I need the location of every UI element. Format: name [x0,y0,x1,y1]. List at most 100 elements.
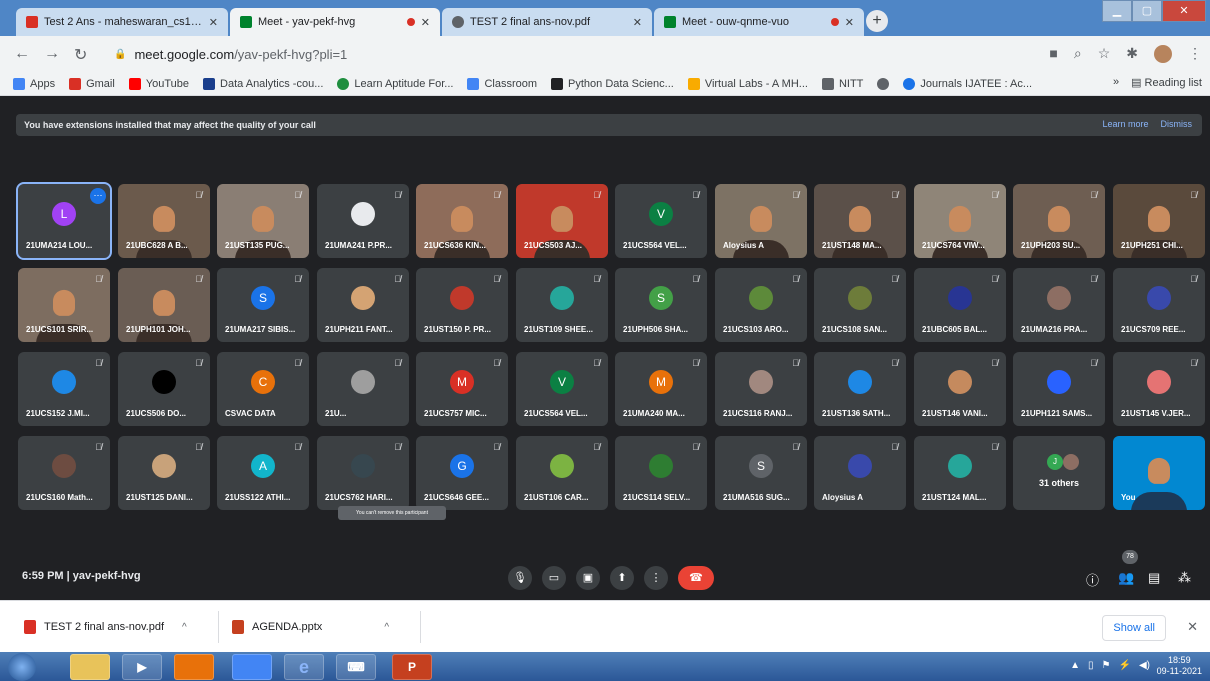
new-tab-button[interactable]: + [866,10,888,32]
participant-tile[interactable]: 🎙̸ 21UPH203 SU... [1013,184,1105,258]
participant-tile[interactable]: 🎙̸ Aloysius A [814,436,906,510]
bookmark-classroom[interactable]: Classroom [462,77,542,90]
chevron-up-icon[interactable]: ▲ [1070,660,1080,671]
bookmark-apps[interactable]: Apps [8,77,60,90]
participant-tile[interactable]: V 🎙̸ 21UCS564 VEL... [516,352,608,426]
participant-tile[interactable]: C 🎙̸ CSVAC DATA [217,352,309,426]
participant-tile[interactable]: 🎙̸ 21UCS636 KIN... [416,184,508,258]
participant-tile[interactable]: 🎙̸ 21UBC605 BAL... [914,268,1006,342]
participant-tile[interactable]: 🎙̸ 21UCS152 J.MI... [18,352,110,426]
volume-icon[interactable]: ◀) [1139,660,1150,671]
chevron-up-icon[interactable]: ^ [384,622,389,633]
menu-icon[interactable]: ⋮ [1188,45,1202,63]
microphone-button[interactable]: 🎙 [508,566,532,590]
participant-tile[interactable]: 🎙̸ 21UBC628 A B... [118,184,210,258]
participant-tile[interactable]: A 🎙̸ 21USS122 ATHI... [217,436,309,510]
star-icon[interactable]: ☆ [1098,45,1111,63]
start-button[interactable] [8,653,36,681]
participant-tile[interactable]: 🎙̸ 21UST145 V.JER... [1113,352,1205,426]
participant-tile[interactable]: G 🎙̸ 21UCS646 GEE... [416,436,508,510]
back-icon[interactable]: ← [14,45,30,63]
network-icon[interactable]: ▯ [1088,660,1094,671]
reload-icon[interactable]: ↻ [74,45,87,65]
chrome-icon[interactable] [232,654,272,680]
bookmark-aptitude[interactable]: Learn Aptitude For... [332,77,458,90]
captions-button[interactable]: ▣ [576,566,600,590]
participant-tile[interactable]: You [1113,436,1205,510]
more-options-icon[interactable]: ⋯ [90,188,106,204]
participant-tile[interactable]: 🎙̸ 21UCS160 Math... [18,436,110,510]
participant-tile[interactable]: 🎙̸ 21UMA216 PRA... [1013,268,1105,342]
participant-tile[interactable]: 🎙̸ 21UCS764 VIW... [914,184,1006,258]
more-bookmarks-icon[interactable]: » [1113,76,1119,89]
bookmark-youtube[interactable]: YouTube [124,77,194,90]
participant-tile[interactable]: J 31 others [1013,436,1105,510]
bookmark-journals[interactable]: Journals IJATEE : Ac... [898,77,1037,90]
participant-tile[interactable]: 🎙̸ 21UCS108 SAN... [814,268,906,342]
download-item[interactable]: AGENDA.pptx ^ [232,615,389,639]
participant-tile[interactable]: 🎙̸ 21UPH101 JOH... [118,268,210,342]
extensions-icon[interactable]: ✱ [1126,45,1138,63]
bookmark-nitt[interactable]: NITT [817,77,868,90]
forward-icon[interactable]: → [44,45,60,63]
camera-icon[interactable]: ■ [1049,45,1057,63]
powerpoint-icon[interactable]: P [392,654,432,680]
maximize-button[interactable]: ▢ [1132,0,1162,22]
participant-tile[interactable]: 🎙̸ 21UMA241 P.PR... [317,184,409,258]
participant-tile[interactable]: V 🎙̸ 21UCS564 VEL... [615,184,707,258]
window-close-button[interactable]: ✕ [1162,0,1206,22]
participant-tile[interactable]: S 🎙̸ 21UPH506 SHA... [615,268,707,342]
bookmark-python[interactable]: Python Data Scienc... [546,77,679,90]
participant-tile[interactable]: 🎙̸ 21UPH121 SAMS... [1013,352,1105,426]
participant-tile[interactable]: 🎙̸ 21UPH211 FANT... [317,268,409,342]
participant-tile[interactable]: 🎙̸ 21UCS762 HARI... [317,436,409,510]
participant-tile[interactable]: 🎙̸ 21UCS506 DO... [118,352,210,426]
participant-tile[interactable]: 🎙̸ 21UST148 MA... [814,184,906,258]
participant-tile[interactable]: 🎙̸ 21UST125 DANI... [118,436,210,510]
bookmark-data-analytics[interactable]: Data Analytics -cou... [198,77,328,90]
close-icon[interactable]: ✕ [845,16,854,29]
tab-gmail[interactable]: Test 2 Ans - maheswaran_cs1@m ✕ [16,8,228,36]
learn-more-link[interactable]: Learn more [1102,119,1148,129]
participant-tile[interactable]: 🎙̸ 21UST106 CAR... [516,436,608,510]
participant-tile[interactable]: 🎙̸ Aloysius A [715,184,807,258]
tab-meet-active[interactable]: Meet - yav-pekf-hvg ✕ [230,8,440,36]
close-icon[interactable]: ✕ [633,16,642,29]
participant-tile[interactable]: M 🎙̸ 21UMA240 MA... [615,352,707,426]
participant-tile[interactable]: 🎙̸ 21UCS503 AJ... [516,184,608,258]
people-icon[interactable]: 👥 [1118,570,1134,586]
participant-tile[interactable]: M 🎙̸ 21UCS757 MIC... [416,352,508,426]
download-item[interactable]: TEST 2 final ans-nov.pdf ^ [24,615,187,639]
firefox-icon[interactable] [174,654,214,680]
chevron-up-icon[interactable]: ^ [182,622,187,633]
dismiss-button[interactable]: Dismiss [1161,119,1193,129]
bookmark-virtual-labs[interactable]: Virtual Labs - A MH... [683,77,813,90]
profile-avatar[interactable] [1154,45,1172,63]
participant-tile[interactable]: 🎙̸ 21UST109 SHEE... [516,268,608,342]
camera-button[interactable]: ▭ [542,566,566,590]
system-clock[interactable]: 18:59 09-11-2021 [1157,655,1202,677]
participant-tile[interactable]: 🎙̸ 21UST146 VANI... [914,352,1006,426]
participant-tile[interactable]: 🎙̸ 21UST136 SATH... [814,352,906,426]
tab-meet-2[interactable]: Meet - ouw-qnme-vuo ✕ [654,8,864,36]
show-all-button[interactable]: Show all [1102,615,1166,641]
keyboard-app-icon[interactable]: ⌨ [336,654,376,680]
explorer-icon[interactable] [70,654,110,680]
flag-icon[interactable]: ⚑ [1102,660,1111,671]
participant-tile[interactable]: 🎙̸ 21UST135 PUG... [217,184,309,258]
tab-pdf[interactable]: TEST 2 final ans-nov.pdf ✕ [442,8,652,36]
participant-tile[interactable]: 🎙̸ 21UCS114 SELV... [615,436,707,510]
close-icon[interactable]: ✕ [1187,619,1198,635]
participant-tile[interactable]: 🎙̸ 21UPH251 CHI... [1113,184,1205,258]
participant-tile[interactable]: 🎙̸ 21UST124 MAL... [914,436,1006,510]
more-options-button[interactable]: ⋮ [644,566,668,590]
bookmark-globe[interactable] [872,77,894,90]
participant-tile[interactable]: 🎙̸ 21UST150 P. PR... [416,268,508,342]
participant-tile[interactable]: S 🎙̸ 21UMA217 SIBIS... [217,268,309,342]
participant-tile[interactable]: 🎙̸ 21UCS101 SRIR... [18,268,110,342]
close-icon[interactable]: ✕ [209,16,218,29]
participant-tile[interactable]: L ⋯ 21UMA214 LOU... [16,182,112,260]
media-player-icon[interactable]: ▶ [122,654,162,680]
zoom-icon[interactable]: ⌕ [1074,45,1082,63]
chat-icon[interactable]: ▤ [1148,570,1160,586]
